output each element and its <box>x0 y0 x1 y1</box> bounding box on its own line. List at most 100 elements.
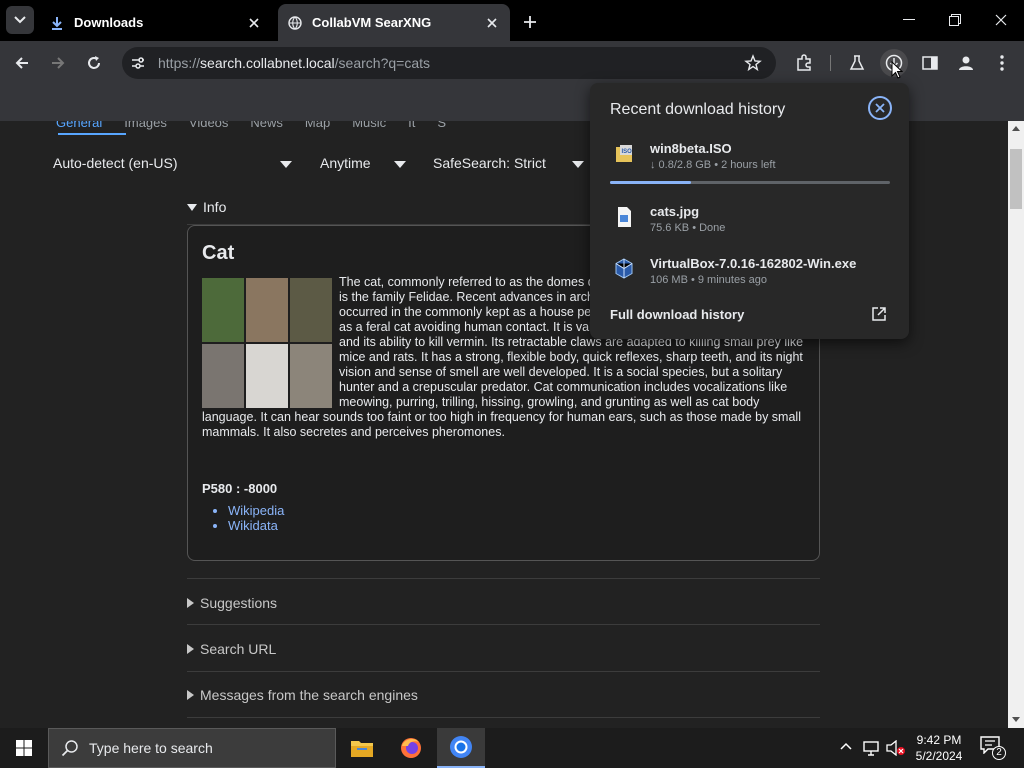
download-item[interactable]: VirtualBox-7.0.16-162802-Win.exe 106 MB … <box>590 254 909 304</box>
wikidata-link[interactable]: Wikidata <box>228 518 284 533</box>
clock-time: 9:42 PM <box>916 733 962 747</box>
chevron-up-icon[interactable] <box>840 742 852 750</box>
download-status: 75.6 KB • Done <box>650 222 726 234</box>
network-icon[interactable] <box>862 740 880 756</box>
folder-icon <box>351 741 373 757</box>
safesearch-select-value: SafeSearch: Strict <box>433 155 546 171</box>
language-select[interactable]: Auto-detect (en-US) <box>53 155 178 171</box>
url-host: search.collabnet.local <box>200 55 335 71</box>
globe-icon <box>288 15 302 30</box>
scroll-down-arrow-icon[interactable] <box>1012 717 1020 723</box>
back-button[interactable] <box>8 49 36 77</box>
page-scrollbar[interactable] <box>1008 121 1024 728</box>
scroll-up-arrow-icon[interactable] <box>1012 125 1020 131</box>
download-progress-fill <box>610 181 692 184</box>
divider <box>187 624 820 625</box>
tab-searxng[interactable]: CollabVM SearXNG <box>278 4 510 41</box>
close-tab-icon[interactable] <box>246 15 262 31</box>
search-url-toggle[interactable]: Search URL <box>187 641 276 657</box>
plus-icon <box>524 16 536 28</box>
tab-downloads[interactable]: Downloads <box>40 4 272 41</box>
new-tab-button[interactable] <box>518 10 542 34</box>
engine-messages-label: Messages from the search engines <box>200 687 418 703</box>
address-bar[interactable]: https://search.collabnet.local/search?q=… <box>122 47 776 79</box>
toolbar-divider <box>830 55 831 71</box>
tab-search-button[interactable] <box>6 6 34 34</box>
virtualbox-icon <box>615 258 633 279</box>
windows-logo-icon <box>16 740 32 756</box>
engine-messages-toggle[interactable]: Messages from the search engines <box>187 687 418 703</box>
close-download-bubble-button[interactable] <box>868 96 892 120</box>
category-news[interactable]: News <box>250 121 283 135</box>
arrow-right-icon <box>52 57 65 69</box>
taskbar-chrome[interactable] <box>437 728 485 768</box>
search-url-label: Search URL <box>200 641 277 657</box>
triangle-right-icon <box>187 644 194 654</box>
download-filename: win8beta.ISO <box>650 141 732 156</box>
profile-button[interactable] <box>952 49 980 77</box>
full-download-history-link[interactable]: Full download history <box>610 307 744 322</box>
info-toggle[interactable]: Info <box>187 199 226 215</box>
clock-date: 5/2/2024 <box>915 749 963 763</box>
taskbar-clock[interactable]: 9:42 PM 5/2/2024 <box>912 732 966 764</box>
download-progress-bar <box>610 181 890 184</box>
safesearch-select[interactable]: SafeSearch: Strict <box>433 155 546 171</box>
triangle-down-icon <box>187 203 197 211</box>
category-map[interactable]: Map <box>305 121 330 135</box>
restore-button[interactable] <box>932 0 978 40</box>
iso-file-icon: ISO <box>616 145 633 162</box>
start-button[interactable] <box>0 728 48 768</box>
firefox-icon <box>401 738 421 758</box>
tab-title: Downloads <box>74 15 144 30</box>
suggestions-toggle[interactable]: Suggestions <box>187 595 277 611</box>
taskbar-search-box[interactable]: Type here to search <box>48 728 336 768</box>
language-select-value: Auto-detect (en-US) <box>53 155 178 171</box>
download-bubble: Recent download history ISO win8beta.ISO… <box>590 83 909 339</box>
category-images[interactable]: Images <box>124 121 167 135</box>
minimize-button[interactable] <box>886 0 932 40</box>
extensions-button[interactable] <box>790 49 818 77</box>
close-tab-icon[interactable] <box>484 15 500 31</box>
infobox-title: Cat <box>202 242 235 264</box>
side-panel-button[interactable] <box>916 49 944 77</box>
category-it[interactable]: It <box>408 121 415 135</box>
arrow-left-icon <box>15 57 28 69</box>
reload-button[interactable] <box>80 49 108 77</box>
browser-toolbar: https://search.collabnet.local/search?q=… <box>0 41 1024 85</box>
menu-button[interactable] <box>988 49 1016 77</box>
flask-icon <box>849 55 865 70</box>
category-music[interactable]: Music <box>352 121 386 135</box>
svg-text:ISO: ISO <box>622 149 633 155</box>
scrollbar-thumb[interactable] <box>1010 149 1022 209</box>
triangle-right-icon <box>187 690 194 700</box>
minimize-icon <box>903 19 915 20</box>
notifications-button[interactable]: 2 <box>980 736 1006 760</box>
time-range-select[interactable]: Anytime <box>320 155 371 171</box>
puzzle-icon <box>797 54 811 71</box>
side-panel-icon <box>922 56 938 70</box>
close-window-button[interactable] <box>978 0 1024 40</box>
divider <box>187 671 820 672</box>
download-item[interactable]: cats.jpg 75.6 KB • Done <box>590 202 909 252</box>
open-external-icon[interactable] <box>870 305 888 323</box>
taskbar-file-explorer[interactable] <box>338 728 386 768</box>
volume-muted-icon[interactable] <box>886 740 906 756</box>
close-icon <box>995 14 1007 26</box>
search-icon <box>61 740 78 757</box>
labs-button[interactable] <box>843 49 871 77</box>
bookmark-star-icon[interactable] <box>744 54 762 72</box>
info-toggle-label: Info <box>203 199 227 215</box>
chevron-down-icon <box>280 161 292 168</box>
taskbar-firefox[interactable] <box>387 728 435 768</box>
chevron-down-icon <box>572 161 584 168</box>
wikipedia-link[interactable]: Wikipedia <box>228 503 284 518</box>
forward-button[interactable] <box>44 49 72 77</box>
download-filename: VirtualBox-7.0.16-162802-Win.exe <box>650 256 857 271</box>
category-science[interactable]: S <box>437 121 446 135</box>
chrome-icon <box>450 736 472 758</box>
search-filters: Auto-detect (en-US) Anytime SafeSearch: … <box>53 155 613 175</box>
download-filename: cats.jpg <box>650 204 700 219</box>
category-videos[interactable]: Videos <box>189 121 229 135</box>
site-settings-icon[interactable] <box>130 55 146 71</box>
chevron-down-icon <box>394 161 406 168</box>
